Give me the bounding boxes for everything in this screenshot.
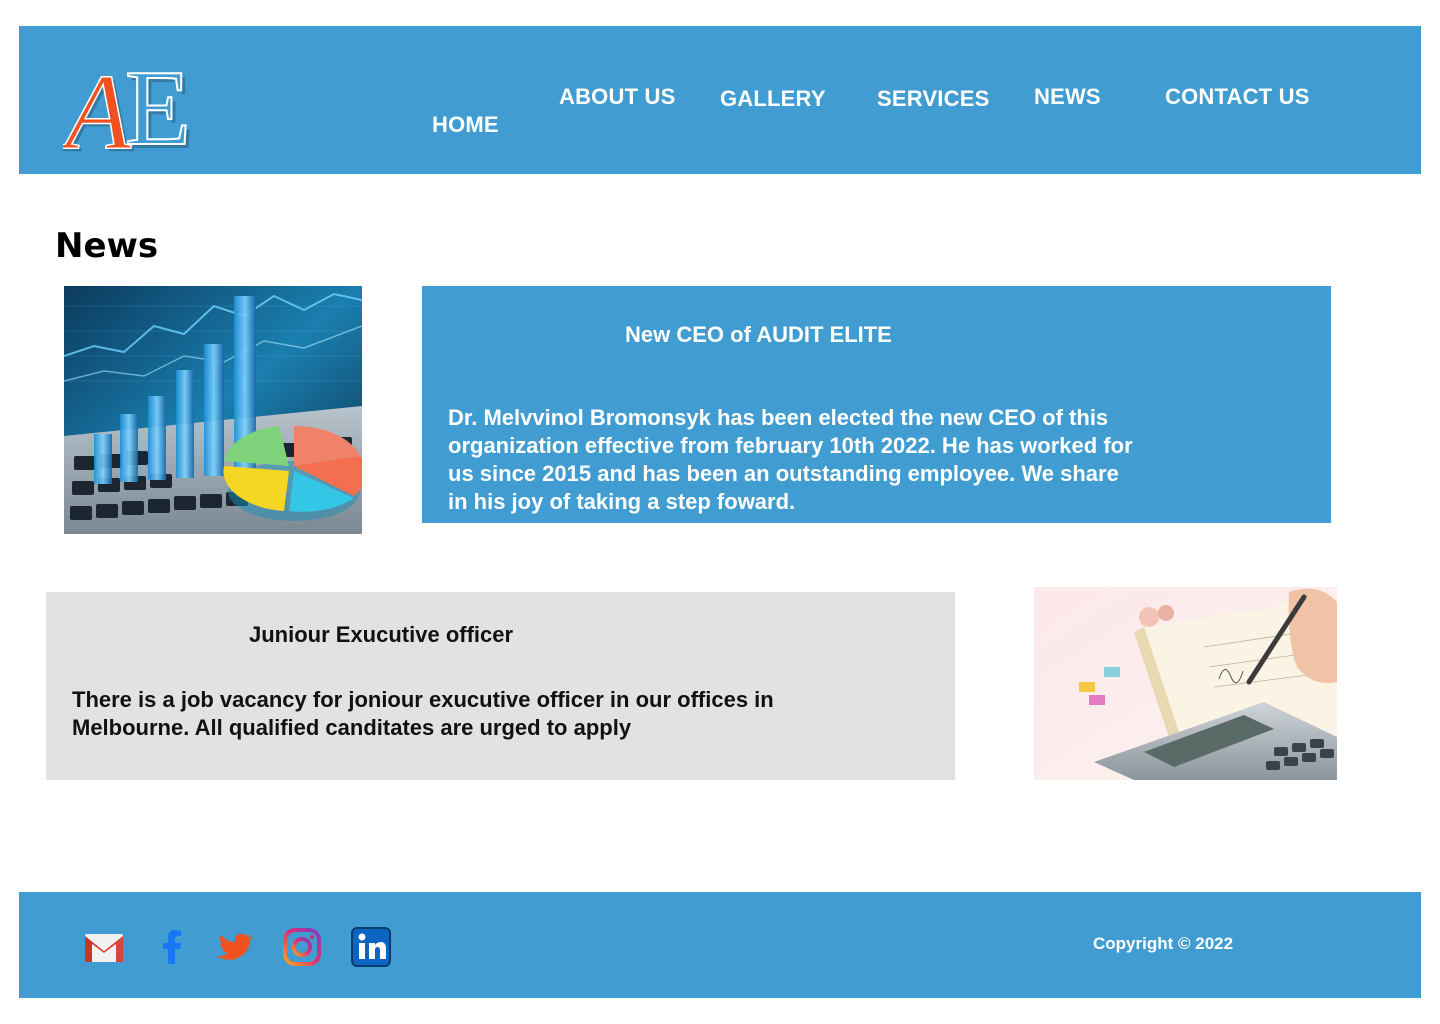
page: E E A A HOME ABOUT US GALLERY SERVICES N… xyxy=(0,0,1440,1024)
site-header: E E A A HOME ABOUT US GALLERY SERVICES N… xyxy=(19,26,1421,175)
instagram-icon[interactable] xyxy=(281,926,323,968)
page-title: News xyxy=(55,226,159,266)
nav-contact-link[interactable]: CONTACT US xyxy=(1165,84,1310,110)
audit-elite-logo[interactable]: E E A A xyxy=(58,48,213,175)
nav-news-link[interactable]: NEWS xyxy=(1034,84,1101,110)
gmail-icon[interactable] xyxy=(83,926,125,968)
svg-text:E: E xyxy=(125,49,191,158)
news-card-body: Dr. Melvvinol Bromonsyk has been elected… xyxy=(448,405,1133,514)
news-card-body: There is a job vacancy for joniour exucu… xyxy=(72,687,774,740)
news-card-title: Juniour Exucutive officer xyxy=(249,622,514,647)
nav-home-link[interactable]: HOME xyxy=(432,112,499,138)
nav-services-link[interactable]: SERVICES xyxy=(877,86,989,112)
news-card-vacancy: Juniour Exucutive officer There is a job… xyxy=(46,592,955,780)
svg-text:A: A xyxy=(63,53,132,158)
nav-gallery-link[interactable]: GALLERY xyxy=(720,86,826,112)
nav-about-link[interactable]: ABOUT US xyxy=(559,84,676,110)
finance-chart-icon xyxy=(64,286,362,534)
accounting-calculator-image xyxy=(1034,587,1337,780)
twitter-icon[interactable] xyxy=(212,926,254,968)
news-card-ceo: New CEO of AUDIT ELITE Dr. Melvvinol Bro… xyxy=(422,286,1331,523)
facebook-icon[interactable] xyxy=(151,926,193,968)
logo-icon: E E A A xyxy=(58,48,195,175)
linkedin-icon[interactable] xyxy=(350,926,392,968)
finance-chart-image xyxy=(64,286,362,534)
site-footer: Copyright © 2022 xyxy=(19,892,1421,998)
copyright-text: Copyright © 2022 xyxy=(1093,934,1234,953)
accounting-calculator-icon xyxy=(1034,587,1337,780)
news-card-title: New CEO of AUDIT ELITE xyxy=(625,322,892,347)
